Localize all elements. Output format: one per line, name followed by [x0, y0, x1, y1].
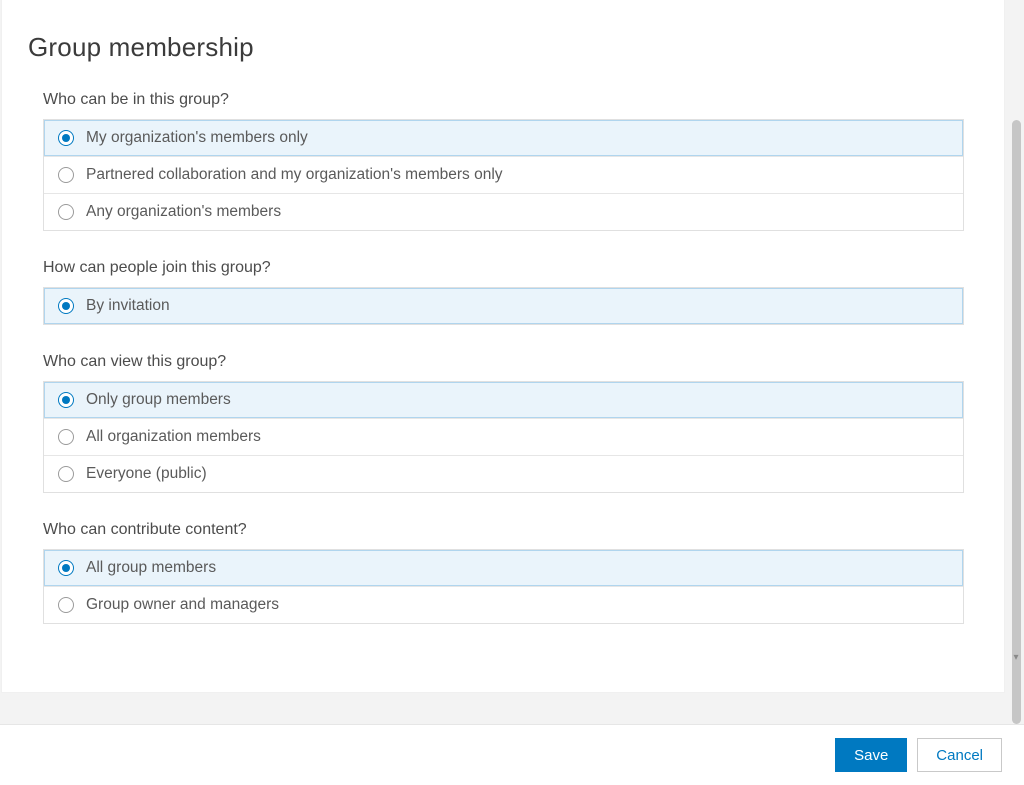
radio-label-text: All group members — [86, 559, 216, 577]
app-viewport: Group membership Who can be in this grou… — [0, 0, 1024, 785]
radio-icon — [58, 429, 74, 445]
radio-label-text: All organization members — [86, 428, 261, 446]
radio-list: All group members Group owner and manager… — [43, 549, 964, 624]
radio-list: Only group members All organization membe… — [43, 381, 964, 493]
field-how-join: How can people join this group? By invita… — [43, 259, 964, 325]
radio-icon — [58, 130, 74, 146]
radio-option[interactable]: My organization's members only — [44, 120, 963, 157]
radio-icon — [58, 167, 74, 183]
radio-option[interactable]: By invitation — [44, 288, 963, 324]
radio-list: By invitation — [43, 287, 964, 325]
radio-option[interactable]: Only group members — [44, 382, 963, 419]
scrollbar-track[interactable]: ▾ — [1008, 0, 1024, 724]
footer-bar: Save Cancel — [0, 724, 1024, 785]
radio-option[interactable]: Everyone (public) — [44, 456, 963, 492]
field-label: Who can contribute content? — [43, 521, 964, 539]
radio-option[interactable]: Any organization's members — [44, 194, 963, 230]
field-who-can-be: Who can be in this group? My organization… — [43, 91, 964, 231]
radio-option[interactable]: All organization members — [44, 419, 963, 456]
scroll-down-icon[interactable]: ▾ — [1011, 652, 1021, 662]
field-who-view: Who can view this group? Only group membe… — [43, 353, 964, 493]
scrollbar-thumb[interactable] — [1012, 120, 1021, 724]
radio-icon — [58, 298, 74, 314]
save-button[interactable]: Save — [835, 738, 907, 772]
cancel-button[interactable]: Cancel — [917, 738, 1002, 772]
section-title: Group membership — [28, 32, 964, 63]
radio-icon — [58, 597, 74, 613]
radio-list: My organization's members only Partnered … — [43, 119, 964, 231]
radio-label-text: Any organization's members — [86, 203, 281, 221]
radio-option[interactable]: All group members — [44, 550, 963, 587]
field-label: Who can view this group? — [43, 353, 964, 371]
radio-label-text: Partnered collaboration and my organizat… — [86, 166, 503, 184]
radio-label-text: Group owner and managers — [86, 596, 279, 614]
settings-card: Group membership Who can be in this grou… — [2, 0, 1004, 692]
field-who-contribute: Who can contribute content? All group mem… — [43, 521, 964, 624]
radio-label-text: Only group members — [86, 391, 231, 409]
radio-label-text: My organization's members only — [86, 129, 308, 147]
field-label: How can people join this group? — [43, 259, 964, 277]
radio-icon — [58, 204, 74, 220]
radio-option[interactable]: Partnered collaboration and my organizat… — [44, 157, 963, 194]
content-area: Group membership Who can be in this grou… — [0, 0, 1024, 724]
radio-icon — [58, 392, 74, 408]
radio-label-text: Everyone (public) — [86, 465, 207, 483]
radio-label-text: By invitation — [86, 297, 170, 315]
radio-option[interactable]: Group owner and managers — [44, 587, 963, 623]
radio-icon — [58, 466, 74, 482]
radio-icon — [58, 560, 74, 576]
field-label: Who can be in this group? — [43, 91, 964, 109]
